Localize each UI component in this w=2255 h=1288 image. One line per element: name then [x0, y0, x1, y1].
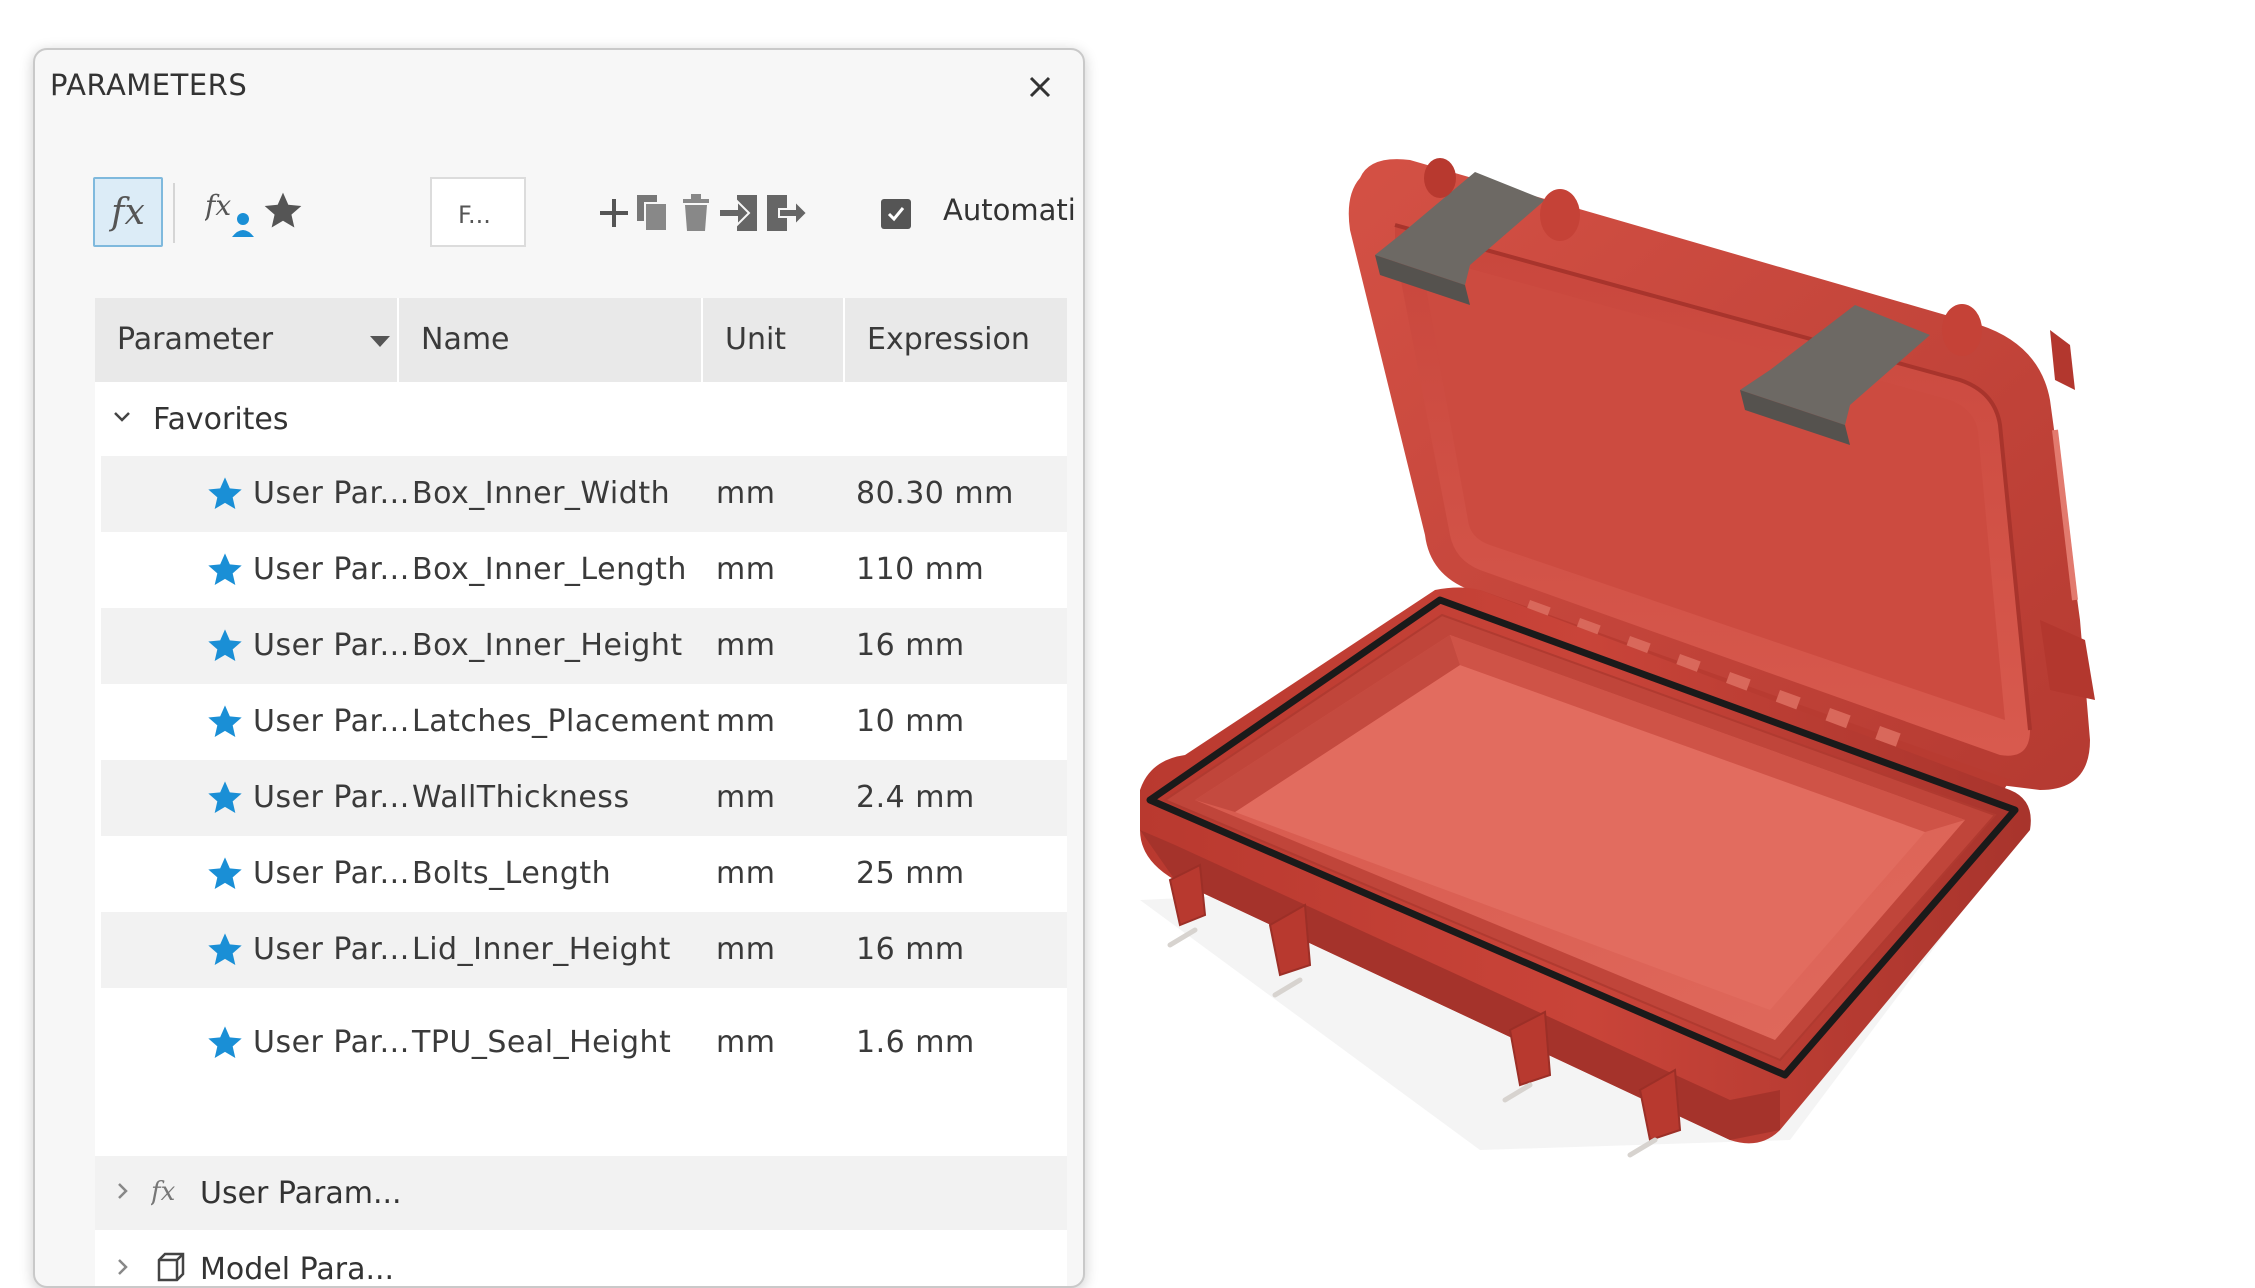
checkmark-icon [887, 207, 905, 222]
favorite-star-icon[interactable] [205, 626, 245, 666]
parameter-unit: mm [716, 780, 776, 815]
favorite-star-icon[interactable] [205, 854, 245, 894]
parameter-expression[interactable]: 16 mm [856, 628, 965, 663]
parameter-expression[interactable]: 16 mm [856, 932, 965, 967]
parameter-name: Lid_Inner_Height [412, 932, 671, 967]
group-label: User Param... [200, 1176, 402, 1211]
star-icon[interactable] [261, 189, 305, 233]
chevron-right-icon[interactable] [109, 1178, 135, 1204]
parameter-type: User Par... [253, 932, 410, 967]
table-row[interactable]: User Par... Bolts_Length mm 25 mm [101, 836, 1067, 912]
parameter-unit: mm [716, 932, 776, 967]
parameter-unit: mm [716, 704, 776, 739]
parameters-table: Parameter Name Unit Expression Favorites… [95, 298, 1067, 1287]
parameter-expression[interactable]: 25 mm [856, 856, 965, 891]
export-icon[interactable] [765, 191, 809, 235]
parameter-type: User Par... [253, 552, 410, 587]
sort-dropdown-icon[interactable] [370, 336, 390, 347]
import-icon[interactable] [717, 191, 761, 235]
table-row[interactable]: User Par... Latches_Placement mm 10 mm [101, 684, 1067, 760]
parameter-name: Box_Inner_Width [412, 476, 671, 511]
table-row[interactable]: User Par... Box_Inner_Height mm 16 mm [101, 608, 1067, 684]
column-parameter[interactable]: Parameter [95, 298, 399, 382]
table-row[interactable]: User Par... Lid_Inner_Height mm 16 mm [101, 912, 1067, 988]
svg-text:fx: fx [205, 189, 231, 222]
parameters-dialog: PARAMETERS fx fx F... Automati Parameter… [33, 48, 1085, 1288]
parameter-type: User Par... [253, 704, 410, 739]
parameter-type: User Par... [253, 1025, 410, 1060]
cube-icon [157, 1252, 185, 1282]
plus-icon[interactable] [597, 191, 631, 235]
parameter-expression[interactable]: 110 mm [856, 552, 984, 587]
parameter-type: User Par... [253, 780, 410, 815]
auto-compute-label: Automati [943, 193, 1076, 227]
filter-input[interactable]: F... [430, 177, 526, 247]
case-model-render [1140, 158, 2095, 1158]
table-row[interactable]: User Par... Box_Inner_Width mm 80.30 mm [101, 456, 1067, 532]
parameter-name: Box_Inner_Length [412, 552, 687, 587]
parameter-name: Box_Inner_Height [412, 628, 683, 663]
parameter-unit: mm [716, 552, 776, 587]
parameter-type: User Par... [253, 476, 410, 511]
parameter-expression[interactable]: 1.6 mm [856, 1025, 975, 1060]
parameter-unit: mm [716, 1025, 776, 1060]
parameter-name: WallThickness [412, 780, 630, 815]
copy-icon[interactable] [635, 191, 671, 235]
parameter-type: User Par... [253, 628, 410, 663]
parameter-name: TPU_Seal_Height [412, 1025, 672, 1060]
favorite-star-icon[interactable] [205, 1023, 245, 1063]
parameter-expression[interactable]: 80.30 mm [856, 476, 1014, 511]
group-model-parameters[interactable]: Model Para... [95, 1232, 1067, 1287]
toolbar: fx fx F... Automati [93, 177, 1083, 249]
close-icon[interactable] [1021, 68, 1059, 106]
user-function-icon[interactable]: fx [205, 183, 257, 243]
table-row[interactable]: User Par... WallThickness mm 2.4 mm [101, 760, 1067, 836]
svg-text:fx: fx [151, 1177, 176, 1207]
group-favorites[interactable]: Favorites [95, 382, 1067, 456]
group-label: Model Para... [200, 1252, 395, 1287]
favorite-star-icon[interactable] [205, 550, 245, 590]
parameter-expression[interactable]: 2.4 mm [856, 780, 975, 815]
table-row[interactable]: User Par... TPU_Seal_Height mm 1.6 mm [101, 988, 1067, 1098]
favorite-star-icon[interactable] [205, 702, 245, 742]
favorite-star-icon[interactable] [205, 778, 245, 818]
parameter-name: Latches_Placement [412, 704, 711, 739]
function-icon[interactable]: fx [93, 177, 163, 247]
parameter-unit: mm [716, 628, 776, 663]
model-viewport[interactable] [1080, 0, 2255, 1275]
parameter-expression[interactable]: 10 mm [856, 704, 965, 739]
parameter-unit: mm [716, 476, 776, 511]
parameter-unit: mm [716, 856, 776, 891]
table-row[interactable]: User Par... Box_Inner_Length mm 110 mm [101, 532, 1067, 608]
table-header: Parameter Name Unit Expression [95, 298, 1067, 382]
trash-icon[interactable] [679, 191, 713, 235]
dialog-title: PARAMETERS [50, 68, 248, 102]
parameter-name: Bolts_Length [412, 856, 612, 891]
favorite-star-icon[interactable] [205, 930, 245, 970]
toolbar-divider [173, 183, 175, 243]
parameter-type: User Par... [253, 856, 410, 891]
column-name[interactable]: Name [399, 298, 703, 382]
chevron-down-icon[interactable] [109, 404, 135, 430]
favorite-star-icon[interactable] [205, 474, 245, 514]
auto-compute-checkbox[interactable] [881, 199, 911, 229]
column-expression[interactable]: Expression [845, 298, 1067, 382]
chevron-right-icon[interactable] [109, 1254, 135, 1280]
function-icon: fx [151, 1177, 176, 1207]
group-user-parameters[interactable]: fx User Param... [95, 1156, 1067, 1230]
group-label: Favorites [153, 402, 289, 437]
column-unit[interactable]: Unit [703, 298, 845, 382]
